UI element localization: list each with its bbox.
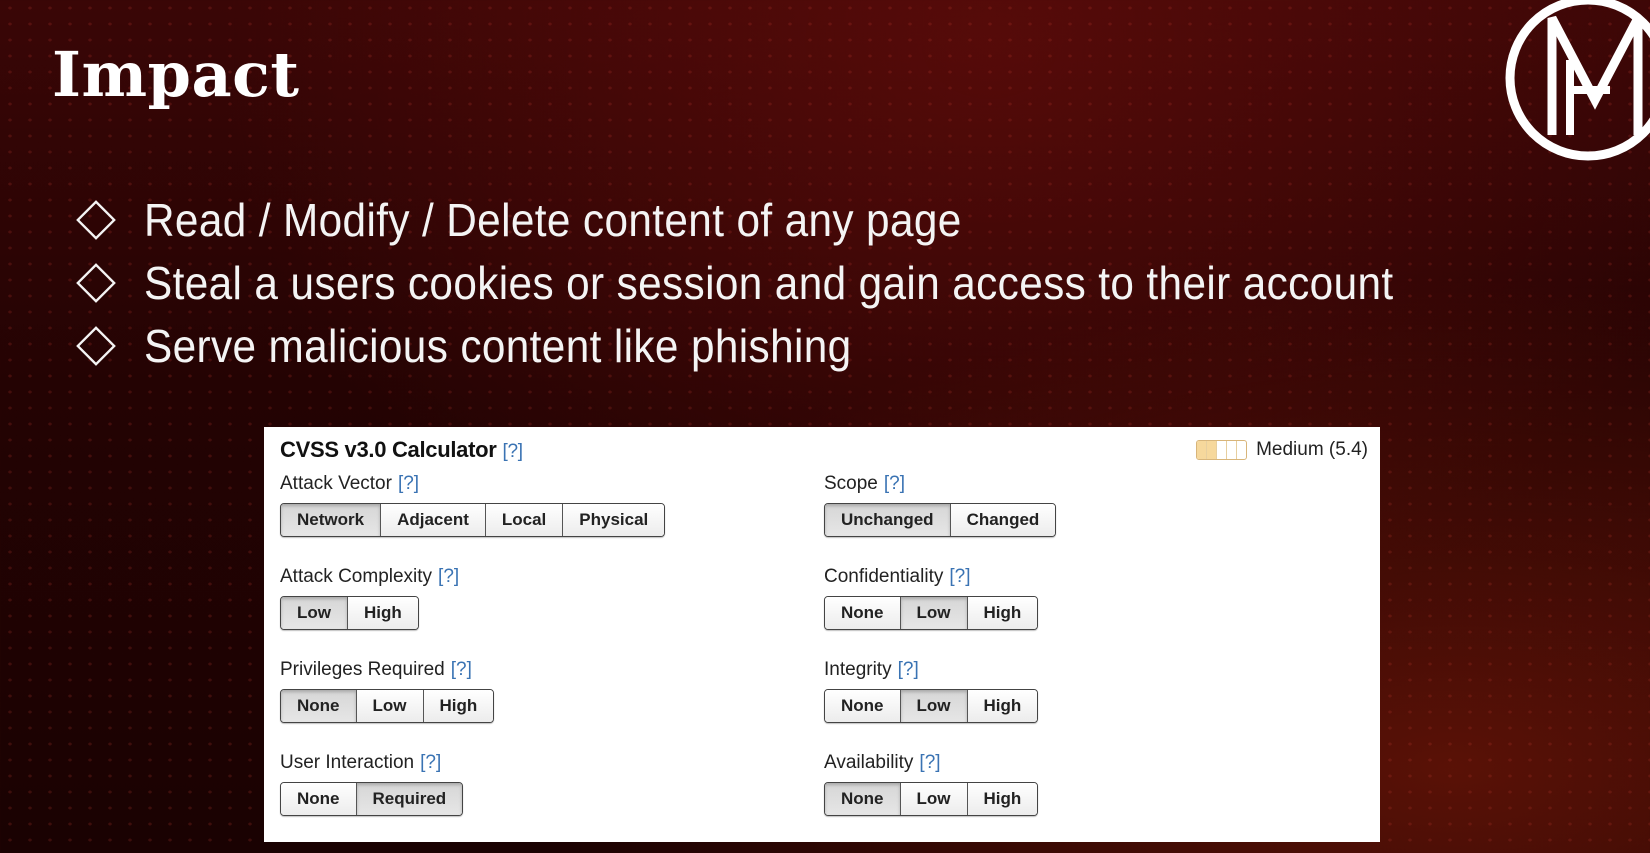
metric-attack-complexity: Attack Complexity [?] Low High	[280, 564, 459, 630]
availability-option-none[interactable]: None	[825, 783, 901, 815]
help-link[interactable]: [?]	[438, 566, 459, 587]
privileges-required-option-none[interactable]: None	[281, 690, 357, 722]
bullet-text: Steal a users cookies or session and gai…	[144, 256, 1394, 309]
integrity-options: None Low High	[824, 689, 1039, 723]
help-link[interactable]: [?]	[884, 473, 905, 494]
metric-label: Integrity [?]	[824, 659, 919, 680]
calculator-title-text: CVSS v3.0 Calculator	[280, 437, 497, 462]
severity-score-label: Medium (5.4)	[1256, 439, 1368, 460]
severity-meter-icon	[1196, 440, 1248, 460]
attack-complexity-option-high[interactable]: High	[348, 597, 418, 629]
diamond-bullet-icon	[76, 262, 116, 303]
meter-segment	[1197, 441, 1208, 459]
privileges-required-option-high[interactable]: High	[423, 690, 494, 722]
attack-vector-option-network[interactable]: Network	[281, 504, 382, 536]
meter-segment	[1217, 441, 1228, 459]
meter-segment	[1237, 441, 1246, 459]
metric-label: User Interaction [?]	[280, 752, 442, 773]
metric-label: Confidentiality [?]	[824, 566, 971, 587]
metric-user-interaction: User Interaction [?] None Required	[280, 750, 464, 816]
availability-option-high[interactable]: High	[967, 783, 1038, 815]
diamond-bullet-icon	[76, 325, 116, 366]
diamond-bullet-icon	[76, 199, 116, 240]
help-link[interactable]: [?]	[398, 473, 419, 494]
metric-label: Scope [?]	[824, 473, 905, 494]
privileges-required-options: None Low High	[280, 689, 495, 723]
help-link[interactable]: [?]	[949, 566, 970, 587]
bullet-item: Read / Modify / Delete content of any pa…	[72, 188, 1502, 251]
bullet-text: Serve malicious content like phishing	[144, 319, 852, 372]
metric-scope: Scope [?] Unchanged Changed	[824, 471, 1057, 537]
metric-confidentiality: Confidentiality [?] None Low High	[824, 564, 1039, 630]
availability-options: None Low High	[824, 782, 1039, 816]
attack-vector-option-local[interactable]: Local	[485, 504, 564, 536]
integrity-option-low[interactable]: Low	[900, 690, 968, 722]
integrity-option-high[interactable]: High	[967, 690, 1038, 722]
metric-integrity: Integrity [?] None Low High	[824, 657, 1039, 723]
scope-option-changed[interactable]: Changed	[950, 504, 1056, 536]
privileges-required-option-low[interactable]: Low	[356, 690, 424, 722]
meter-segment	[1227, 441, 1238, 459]
metric-label: Availability [?]	[824, 752, 941, 773]
attack-vector-option-adjacent[interactable]: Adjacent	[381, 504, 486, 536]
metric-attack-vector: Attack Vector [?] Network Adjacent Local Phy…	[280, 471, 666, 537]
confidentiality-option-none[interactable]: None	[825, 597, 901, 629]
bullet-list: Read / Modify / Delete content of any pa…	[72, 188, 1502, 377]
attack-vector-option-physical[interactable]: Physical	[563, 504, 665, 536]
confidentiality-option-high[interactable]: High	[967, 597, 1038, 629]
slide-title: Impact	[52, 38, 300, 111]
user-interaction-option-required[interactable]: Required	[356, 783, 463, 815]
attack-vector-options: Network Adjacent Local Physical	[280, 503, 666, 537]
integrity-option-none[interactable]: None	[825, 690, 901, 722]
logo-icon	[1505, 0, 1650, 161]
help-link[interactable]: [?]	[420, 752, 441, 773]
bullet-item: Serve malicious content like phishing	[72, 314, 1502, 377]
confidentiality-option-low[interactable]: Low	[900, 597, 968, 629]
help-link[interactable]: [?]	[898, 659, 919, 680]
scope-option-unchanged[interactable]: Unchanged	[825, 504, 951, 536]
attack-complexity-options: Low High	[280, 596, 419, 630]
user-interaction-options: None Required	[280, 782, 464, 816]
user-interaction-option-none[interactable]: None	[281, 783, 357, 815]
scope-options: Unchanged Changed	[824, 503, 1057, 537]
calculator-help-link[interactable]: [?]	[503, 441, 524, 462]
meter-segment	[1207, 441, 1218, 459]
availability-option-low[interactable]: Low	[900, 783, 968, 815]
help-link[interactable]: [?]	[451, 659, 472, 680]
help-link[interactable]: [?]	[919, 752, 940, 773]
bullet-item: Steal a users cookies or session and gai…	[72, 251, 1502, 314]
metric-label: Attack Vector [?]	[280, 473, 420, 494]
calculator-title: CVSS v3.0 Calculator [?]	[280, 437, 523, 463]
metric-availability: Availability [?] None Low High	[824, 750, 1039, 816]
confidentiality-options: None Low High	[824, 596, 1039, 630]
bullet-text: Read / Modify / Delete content of any pa…	[144, 193, 962, 246]
attack-complexity-option-low[interactable]: Low	[281, 597, 348, 629]
metric-label: Privileges Required [?]	[280, 659, 472, 680]
severity-score: Medium (5.4)	[1196, 439, 1368, 461]
metric-label: Attack Complexity [?]	[280, 566, 460, 587]
metric-privileges-required: Privileges Required [?] None Low High	[280, 657, 495, 723]
cvss-calculator-panel: CVSS v3.0 Calculator [?] Medium (5.4) Att…	[264, 427, 1380, 842]
